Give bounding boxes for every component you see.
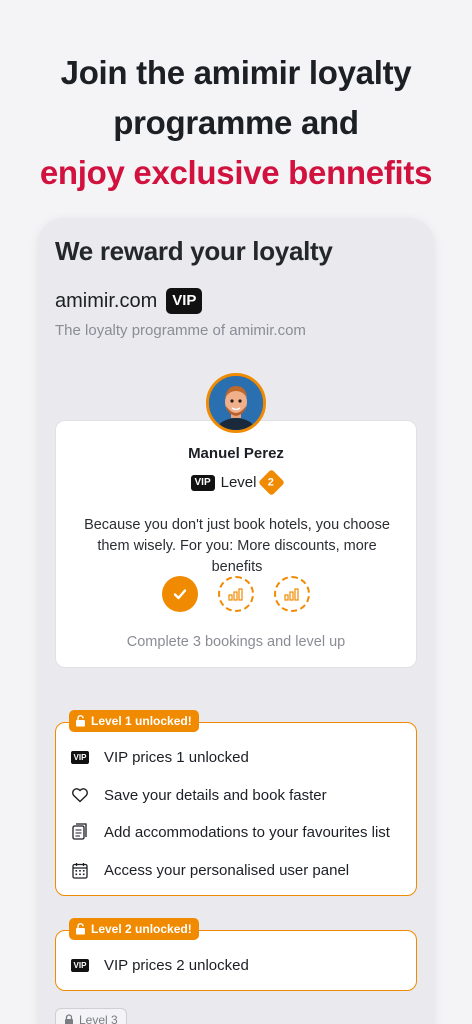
level-2-benefits: Level 2 unlocked! VIP VIP prices 2 unloc…	[55, 918, 417, 991]
vip-badge-small: VIP	[190, 474, 215, 491]
step-pending-icon	[218, 576, 254, 612]
level-row: VIP Level 2	[56, 469, 416, 496]
benefit-item: VIP VIP prices 1 unlocked	[70, 747, 249, 767]
profile-card: Manuel Perez VIP Level 2 Because you don…	[55, 420, 417, 668]
benefit-item: Add accommodations to your favourites li…	[70, 822, 390, 842]
vip-badge: VIP	[166, 288, 203, 314]
loyalty-description: Because you don't just book hotels, you …	[84, 517, 390, 575]
heart-icon	[70, 785, 90, 805]
headline-line-2: programme and	[113, 104, 359, 141]
step-pending-icon	[274, 576, 310, 612]
benefit-item: VIP VIP prices 2 unlocked	[70, 955, 249, 975]
user-name: Manuel Perez	[188, 445, 284, 462]
level-label: Level	[220, 474, 257, 491]
level-2-unlocked-tag: Level 2 unlocked!	[69, 918, 199, 940]
headline-line-3: enjoy exclusive bennefits	[39, 154, 433, 191]
unlock-icon	[76, 715, 85, 727]
booking-progress	[56, 576, 416, 612]
level-3-locked-tag: Level 3	[55, 1008, 127, 1024]
benefit-item: Access your personalised user panel	[70, 860, 349, 880]
level-2-tag-label: Level 2 unlocked!	[91, 922, 192, 936]
screen-title: We reward your loyalty	[55, 236, 333, 266]
hero-headline: Join the amimir loyalty programme and en…	[0, 48, 472, 198]
vip-icon: VIP	[70, 955, 90, 975]
step-completed-icon	[162, 576, 198, 612]
calendar-icon	[70, 860, 90, 880]
headline-line-1: Join the amimir loyalty	[60, 54, 412, 91]
vip-icon: VIP	[70, 747, 90, 767]
level-number-badge: 2	[258, 469, 286, 496]
lock-icon	[65, 1014, 73, 1024]
brand-subtitle: The loyalty programme of amimir.com	[55, 322, 306, 339]
level-up-hint: Complete 3 bookings and level up	[126, 634, 346, 650]
phone-mockup: We reward your loyalty amimir.com VIP Th…	[38, 218, 434, 1024]
benefit-item: Save your details and book faster	[70, 785, 327, 805]
brand-row: amimir.com VIP	[55, 288, 203, 314]
unlock-icon	[76, 923, 85, 935]
brand-name: amimir.com	[55, 289, 158, 312]
level-1-tag-label: Level 1 unlocked!	[91, 714, 192, 728]
level-3-tag-label: Level 3	[79, 1013, 118, 1024]
level-1-benefits: Level 1 unlocked! VIP VIP prices 1 unloc…	[55, 710, 417, 896]
user-avatar	[206, 373, 266, 433]
list-icon	[70, 822, 90, 842]
level-1-unlocked-tag: Level 1 unlocked!	[69, 710, 199, 732]
